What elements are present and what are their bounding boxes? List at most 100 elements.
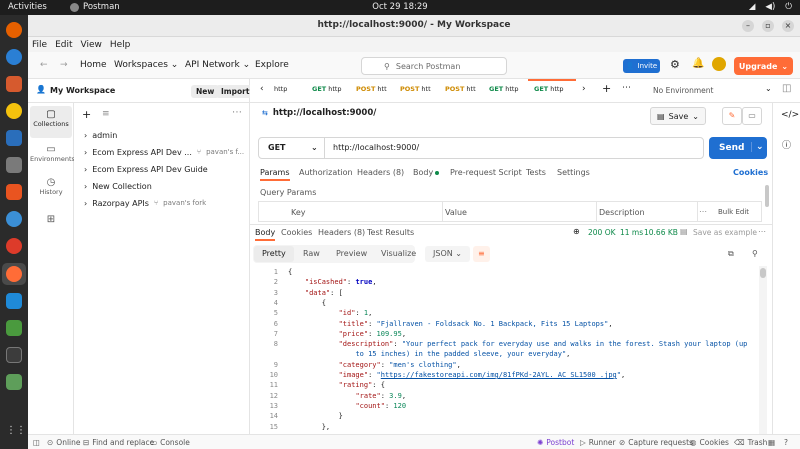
api-network-menu[interactable]: API Network ⌄: [185, 60, 250, 70]
runner-button[interactable]: ▷ Runner: [580, 438, 616, 447]
params-scrollbar[interactable]: [765, 185, 769, 207]
request-tab[interactable]: GET http: [312, 85, 342, 93]
view-pretty[interactable]: Pretty: [254, 246, 294, 262]
vscode-icon[interactable]: [6, 293, 22, 309]
menu-view[interactable]: View: [81, 40, 102, 50]
find-replace-button[interactable]: ⊟ Find and replace: [83, 438, 154, 447]
bulk-edit-button[interactable]: Bulk Edit: [718, 208, 749, 216]
request-tab[interactable]: POST htt: [445, 85, 476, 93]
cookies-button[interactable]: ◍ Cookies: [690, 438, 729, 447]
collection-item[interactable]: › admin: [84, 128, 117, 142]
thunderbird-icon[interactable]: [6, 49, 22, 65]
more-options-icon[interactable]: ⋯: [699, 207, 707, 216]
tab-params[interactable]: Params: [260, 168, 290, 181]
collection-item[interactable]: › Razorpay APIs ⑂ pavan's fork: [84, 196, 206, 210]
menu-help[interactable]: Help: [110, 40, 131, 50]
trash-button[interactable]: ⌫ Trash: [734, 438, 767, 447]
scrollbar-thumb[interactable]: [760, 268, 766, 278]
online-status[interactable]: ⊙ Online: [47, 438, 81, 447]
view-preview[interactable]: Preview: [328, 246, 375, 262]
method-select[interactable]: GET ⌄: [259, 138, 325, 158]
help-icon[interactable]: ?: [784, 438, 788, 447]
cookies-link[interactable]: Cookies: [733, 168, 768, 177]
search-response-icon[interactable]: ⚲: [744, 246, 766, 262]
minimize-button[interactable]: –: [742, 20, 754, 32]
more-tabs-icon[interactable]: ⋯: [622, 83, 631, 93]
postbot-button[interactable]: ✺ Postbot: [537, 438, 574, 447]
response-body-code[interactable]: 1 {2 "isCashed": true, 3 "data": [4 {5 "id…: [250, 266, 770, 434]
close-button[interactable]: ×: [782, 20, 794, 32]
tab-tests[interactable]: Tests: [526, 168, 546, 177]
menu-edit[interactable]: Edit: [55, 40, 72, 50]
format-select[interactable]: JSON ⌄: [425, 246, 470, 262]
chromium-icon[interactable]: [6, 76, 22, 92]
trash-icon[interactable]: [6, 374, 22, 390]
tab-test-results[interactable]: Test Results: [367, 228, 414, 237]
request-tab[interactable]: http: [274, 85, 287, 93]
url-input[interactable]: http://localhost:9000/: [333, 143, 419, 152]
settings-icon[interactable]: ⚙: [670, 58, 680, 71]
edit-icon[interactable]: ✎: [722, 107, 742, 125]
environment-selector[interactable]: No Environment: [653, 86, 713, 95]
request-tab[interactable]: POST htt: [356, 85, 387, 93]
tab-response-cookies[interactable]: Cookies: [281, 228, 312, 237]
response-scrollbar[interactable]: [759, 266, 767, 434]
firefox-icon[interactable]: [6, 22, 22, 38]
workspaces-menu[interactable]: Workspaces ⌄: [114, 60, 178, 70]
save-button[interactable]: ▤ Save ⌄: [650, 107, 706, 125]
console-button[interactable]: ▭ Console: [150, 438, 190, 447]
search-box[interactable]: ⚲ Search Postman: [361, 57, 507, 75]
collection-item[interactable]: › Ecom Express API Dev ... ⑂ pavan's f..…: [84, 145, 244, 159]
more-options-icon[interactable]: ⋯: [758, 227, 766, 236]
environment-quick-look-icon[interactable]: ◫: [782, 83, 791, 94]
back-arrow-icon[interactable]: ←: [40, 60, 48, 70]
tab-settings[interactable]: Settings: [557, 168, 590, 177]
explore-link[interactable]: Explore: [255, 60, 289, 70]
filter-icon[interactable]: ≡: [102, 109, 110, 119]
chrome-icon[interactable]: [6, 238, 22, 254]
rail-environments[interactable]: ▭ Environments: [30, 141, 75, 173]
import-button[interactable]: Import: [216, 85, 255, 98]
chevron-down-icon[interactable]: ⌄: [765, 84, 772, 93]
maximize-button[interactable]: ▫: [762, 20, 774, 32]
tab-headers[interactable]: Headers (8): [357, 168, 404, 177]
workspace-name[interactable]: My Workspace: [50, 86, 115, 95]
collection-item[interactable]: › New Collection: [84, 179, 152, 193]
notifications-icon[interactable]: 🔔: [692, 58, 704, 69]
response-size[interactable]: 10.66 KB: [644, 228, 678, 237]
layout-icon[interactable]: ▦: [768, 438, 775, 447]
chevron-right-icon[interactable]: ›: [582, 84, 586, 94]
home-link[interactable]: Home: [80, 60, 107, 70]
system-tray[interactable]: ◢ ◀) ⏻: [749, 2, 792, 12]
clock[interactable]: Oct 29 18:29: [0, 2, 800, 12]
view-visualize[interactable]: Visualize: [373, 246, 424, 262]
rail-history[interactable]: ◷ History: [30, 174, 72, 206]
chevron-left-icon[interactable]: ‹: [260, 84, 264, 94]
copy-icon[interactable]: ⧉: [720, 246, 742, 262]
response-time[interactable]: 11 ms: [620, 228, 643, 237]
toggle-sidebar-icon[interactable]: ◫: [33, 438, 40, 447]
files-icon[interactable]: [6, 157, 22, 173]
rail-collections[interactable]: ▢ Collections: [30, 106, 72, 138]
tab-authorization[interactable]: Authorization: [299, 168, 353, 177]
writer-icon[interactable]: [6, 130, 22, 146]
request-tab-active[interactable]: GET http: [534, 85, 564, 93]
rhythmbox-icon[interactable]: [6, 103, 22, 119]
send-button[interactable]: Send ⌄: [709, 137, 767, 159]
menu-file[interactable]: File: [32, 40, 47, 50]
help-icon[interactable]: [6, 211, 22, 227]
show-apps-icon[interactable]: ⋮⋮: [6, 425, 26, 441]
collection-item[interactable]: › Ecom Express API Dev Guide: [84, 162, 208, 176]
tab-response-body[interactable]: Body: [255, 228, 276, 241]
save-response-icon[interactable]: ▤: [680, 227, 688, 236]
code-snippet-icon[interactable]: </>: [781, 110, 799, 120]
wrap-lines-icon[interactable]: ≡: [473, 246, 490, 262]
mongodb-icon[interactable]: [6, 320, 22, 336]
view-raw[interactable]: Raw: [295, 246, 328, 262]
upgrade-button[interactable]: Upgrade ⌄: [734, 57, 793, 75]
tab-body[interactable]: Body: [413, 168, 440, 177]
postman-icon[interactable]: [6, 266, 22, 282]
invite-button[interactable]: 👤 Invite: [623, 59, 660, 73]
terminal-icon[interactable]: [6, 347, 22, 363]
request-tab[interactable]: POST htt: [400, 85, 431, 93]
